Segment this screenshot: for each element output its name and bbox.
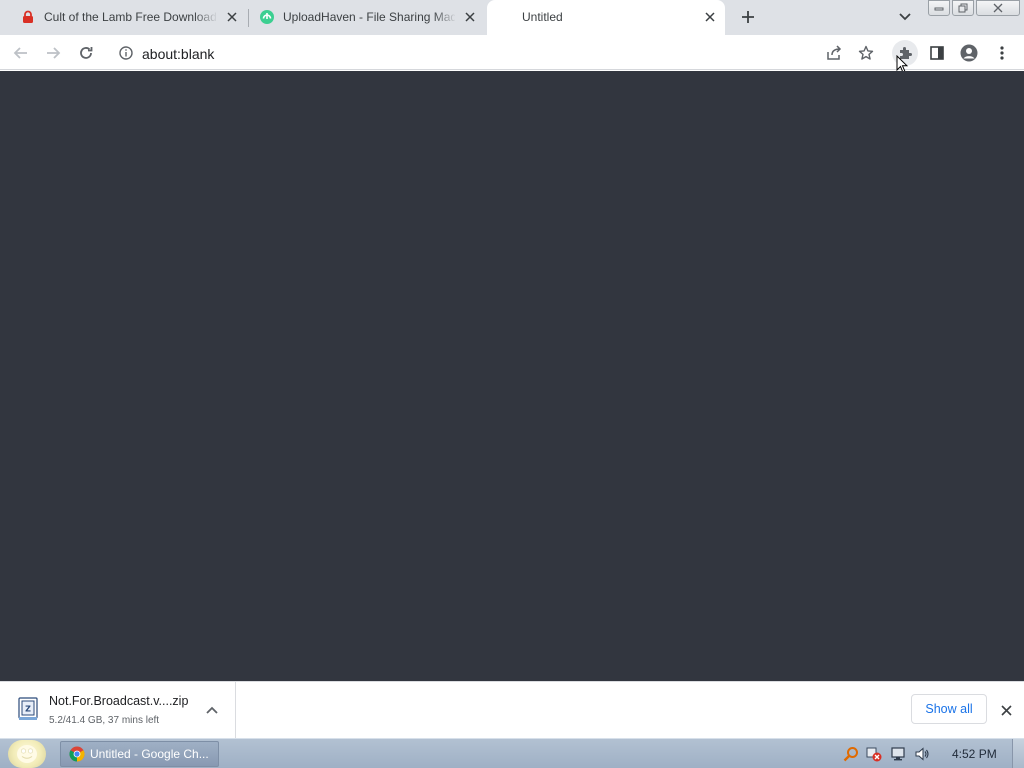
star-icon: [858, 45, 874, 60]
plus-icon: [742, 11, 754, 23]
profile-icon: [960, 44, 978, 62]
close-icon: [993, 3, 1003, 13]
smiley-start-icon: [17, 745, 37, 763]
back-button[interactable]: [8, 40, 34, 66]
taskbar-chrome-window[interactable]: Untitled - Google Ch...: [60, 741, 219, 767]
address-bar[interactable]: about:blank: [108, 39, 808, 67]
window-close-button[interactable]: [976, 0, 1020, 16]
red-lock-icon: [20, 9, 36, 25]
tab-fade: [194, 4, 218, 28]
taskbar-window-label: Untitled - Google Ch...: [90, 747, 209, 761]
reload-button[interactable]: [73, 40, 99, 66]
download-status: 5.2/41.4 GB, 37 mins left: [49, 715, 160, 726]
volume-icon[interactable]: [914, 746, 930, 762]
info-icon[interactable]: [118, 45, 134, 61]
show-all-button[interactable]: Show all: [911, 694, 987, 724]
tab-search-button[interactable]: [896, 8, 914, 26]
new-tab-button[interactable]: [737, 6, 759, 28]
back-icon: [13, 47, 27, 59]
menu-button[interactable]: [989, 40, 1015, 66]
chevron-down-icon: [899, 13, 911, 21]
forward-button[interactable]: [40, 40, 66, 66]
monitor-icon[interactable]: [890, 746, 906, 762]
minimize-icon: [934, 7, 944, 11]
tab-title: Untitled: [522, 10, 563, 24]
tab-fade: [433, 4, 457, 28]
show-desktop-button[interactable]: [1012, 739, 1024, 768]
tab-untitled[interactable]: Untitled: [487, 0, 725, 35]
close-icon[interactable]: [462, 9, 478, 25]
forward-icon: [47, 47, 61, 59]
search-tray-icon[interactable]: [843, 746, 859, 762]
share-icon: [827, 45, 842, 60]
tab-uploadhaven[interactable]: UploadHaven - File Sharing Made: [249, 0, 487, 35]
taskbar: Untitled - Google Ch... 4:52 PM: [0, 738, 1024, 768]
close-icon[interactable]: [997, 701, 1015, 719]
share-button[interactable]: [821, 40, 847, 66]
restore-button[interactable]: [952, 0, 974, 16]
download-filename: Not.For.Broadcast.v....zip: [49, 694, 189, 708]
tab-cult-of-the-lamb[interactable]: Cult of the Lamb Free Download: [8, 0, 248, 35]
chevron-up-icon[interactable]: [203, 701, 221, 719]
tab-strip: Cult of the Lamb Free Download UploadHav…: [0, 0, 1024, 35]
side-panel-icon: [930, 46, 944, 60]
browser-toolbar: about:blank: [0, 35, 1024, 74]
url-text[interactable]: about:blank: [142, 46, 214, 62]
start-button[interactable]: [8, 740, 46, 768]
tab-title: UploadHaven - File Sharing Made: [283, 10, 455, 24]
network-error-icon[interactable]: [866, 746, 882, 762]
taskbar-clock[interactable]: 4:52 PM: [952, 747, 997, 761]
reload-icon: [80, 47, 93, 59]
tab-title: Cult of the Lamb Free Download: [44, 10, 216, 24]
menu-icon: [1000, 46, 1004, 60]
chrome-icon: [69, 746, 85, 762]
profile-button[interactable]: [956, 40, 982, 66]
download-item[interactable]: Z Not.For.Broadcast.v....zip 5.2/41.4 GB…: [0, 682, 236, 738]
minimize-button[interactable]: [928, 0, 950, 16]
zip-file-icon: Z: [16, 696, 40, 722]
close-icon[interactable]: [702, 9, 718, 25]
page-content: [0, 71, 1024, 681]
uploadhaven-icon: [259, 9, 275, 25]
bookmark-button[interactable]: [853, 40, 879, 66]
side-panel-button[interactable]: [924, 40, 950, 66]
svg-text:Z: Z: [25, 705, 31, 714]
restore-icon: [958, 3, 968, 13]
download-shelf: Z Not.For.Broadcast.v....zip 5.2/41.4 GB…: [0, 681, 1024, 738]
close-icon[interactable]: [224, 9, 240, 25]
